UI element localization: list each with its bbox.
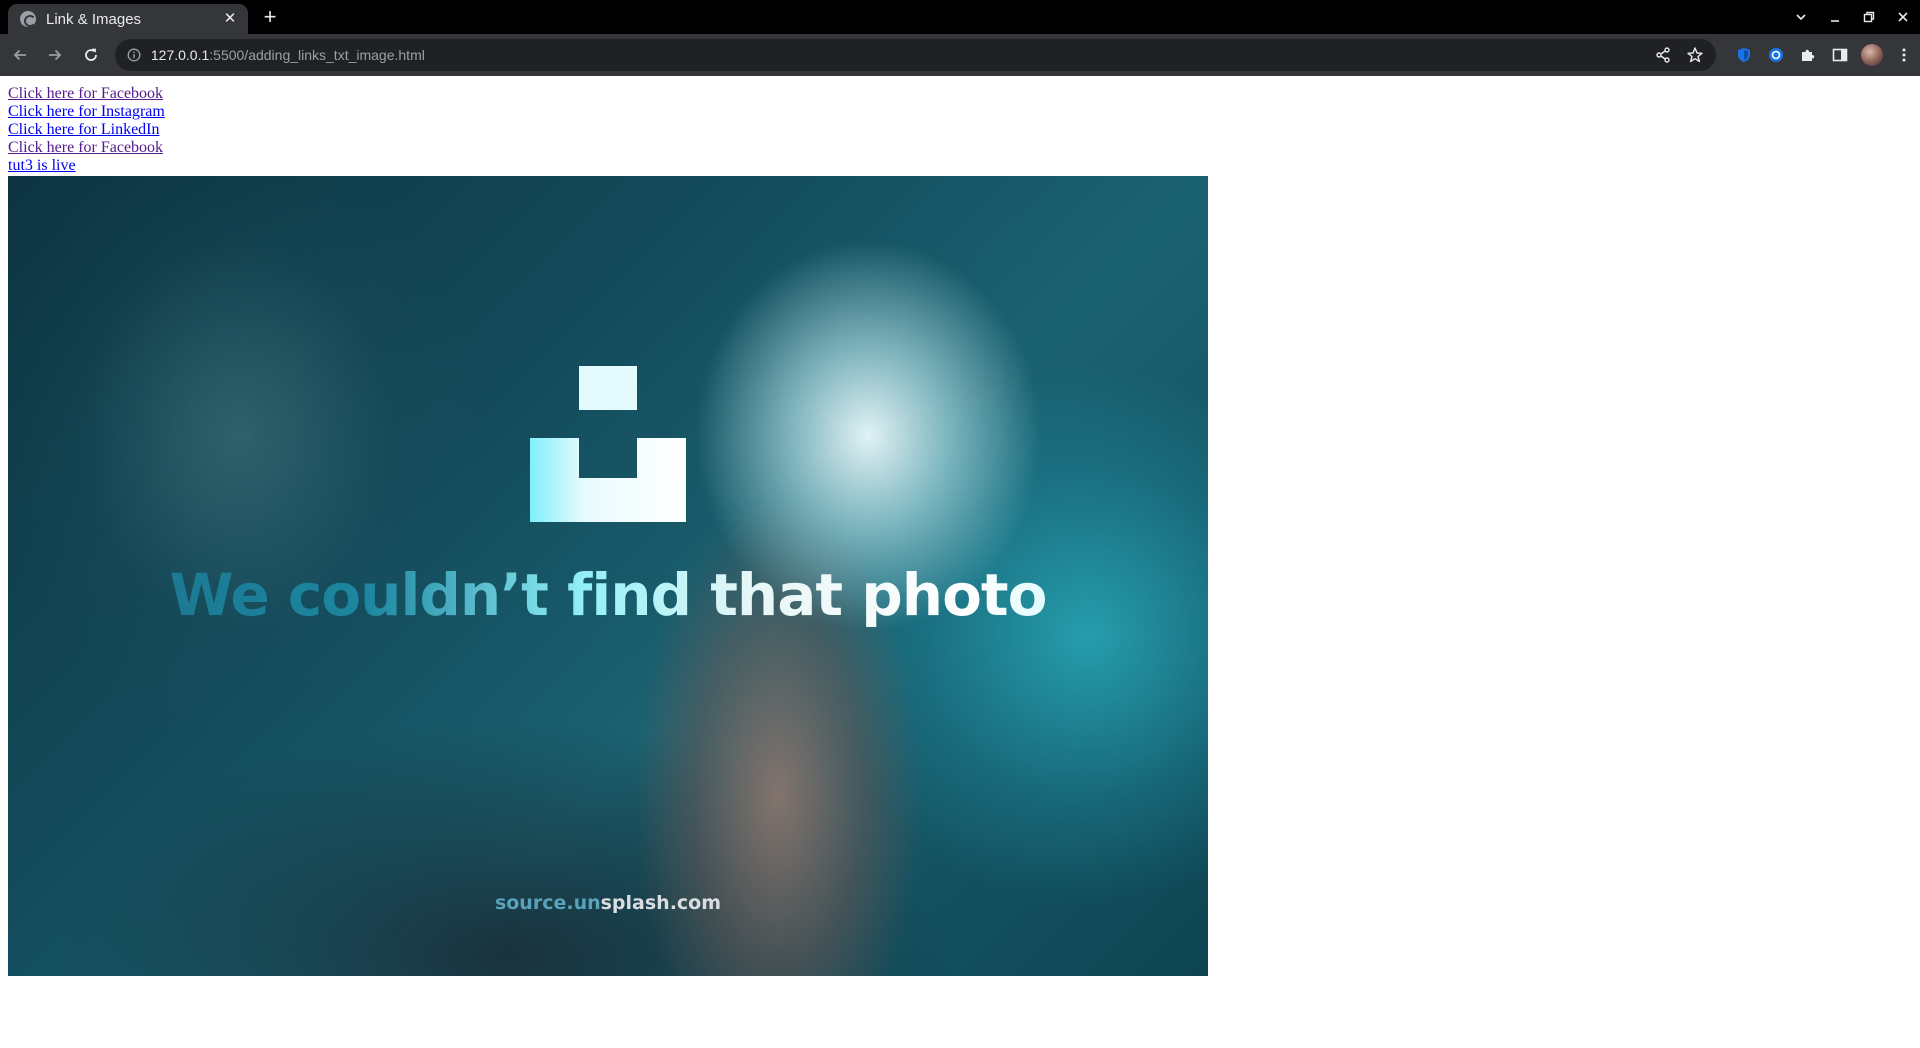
avatar — [1861, 44, 1884, 66]
puzzle-icon — [1802, 49, 1815, 61]
forward-button[interactable] — [40, 39, 72, 71]
extension-circle-icon — [1769, 48, 1784, 62]
minimize-icon[interactable] — [1818, 0, 1852, 34]
url-host: 127.0.0.1 — [150, 47, 210, 63]
browser-tab[interactable]: Link & Images ✕ — [8, 4, 248, 34]
site-info-icon[interactable] — [127, 48, 141, 62]
side-panel-button[interactable] — [1824, 39, 1856, 71]
unsplash-image: We couldn’t find that photo source.unspl… — [8, 176, 1208, 976]
share-icon[interactable] — [1654, 46, 1672, 64]
menu-button[interactable] — [1888, 39, 1920, 71]
source-part-1: source.un — [494, 892, 601, 914]
unsplash-logo-icon — [530, 366, 686, 522]
url-path: :5500/adding_links_txt_image.html — [209, 47, 425, 63]
kebab-menu-icon — [1902, 48, 1906, 62]
shield-icon — [1738, 48, 1751, 62]
shield-extension-button[interactable] — [1728, 39, 1760, 71]
link-list: Click here for Facebook Click here for I… — [8, 85, 165, 175]
facebook-link[interactable]: Click here for Facebook — [8, 85, 165, 103]
photo-source-caption: source.unsplash.com — [8, 892, 1208, 914]
arrow-right-icon — [49, 49, 62, 61]
back-button[interactable] — [4, 39, 36, 71]
address-bar[interactable]: 127.0.0.1:5500/adding_links_txt_image.ht… — [114, 39, 1717, 71]
tab-search-icon[interactable] — [1784, 0, 1818, 34]
extensions-button[interactable] — [1792, 39, 1824, 71]
circle-extension-button[interactable] — [1760, 39, 1792, 71]
tab-strip: Link & Images ✕ + — [0, 0, 1920, 34]
page-favicon-icon — [20, 11, 36, 27]
extensions-area — [1728, 39, 1920, 71]
source-part-2: splash.com — [600, 892, 722, 914]
new-tab-button[interactable]: + — [256, 4, 284, 32]
instagram-link[interactable]: Click here for Instagram — [8, 103, 165, 121]
window-controls — [1784, 0, 1920, 34]
close-window-icon[interactable] — [1886, 0, 1920, 34]
restore-icon[interactable] — [1852, 0, 1886, 34]
page-viewport: Click here for Facebook Click here for I… — [0, 76, 1920, 1048]
photo-not-found-headline: We couldn’t find that photo — [8, 561, 1208, 629]
arrow-left-icon — [13, 49, 26, 61]
browser-toolbar: 127.0.0.1:5500/adding_links_txt_image.ht… — [0, 34, 1920, 76]
tab-title: Link & Images — [46, 10, 142, 28]
star-icon[interactable] — [1686, 46, 1704, 64]
profile-button[interactable] — [1856, 39, 1888, 71]
tut3-link[interactable]: tut3 is live — [8, 157, 165, 175]
reload-icon — [85, 48, 97, 61]
linkedin-link[interactable]: Click here for LinkedIn — [8, 121, 165, 139]
close-tab-icon[interactable]: ✕ — [222, 11, 238, 27]
side-panel-icon — [1832, 48, 1848, 62]
reload-button[interactable] — [75, 39, 107, 71]
facebook-link-2[interactable]: Click here for Facebook — [8, 139, 165, 157]
